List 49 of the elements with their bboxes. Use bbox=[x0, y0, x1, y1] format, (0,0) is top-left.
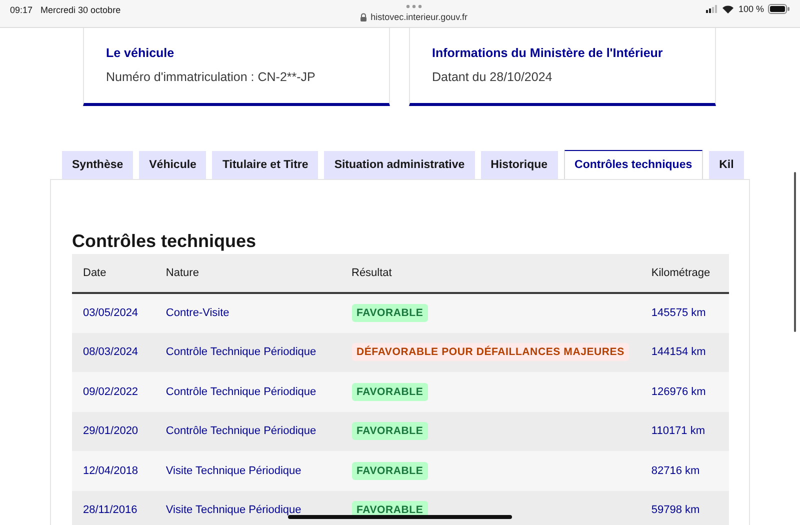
tab[interactable]: Véhicule bbox=[139, 151, 206, 179]
column-header: Kilométrage bbox=[640, 254, 729, 293]
signal-icon bbox=[706, 5, 718, 13]
table-cell: 28/11/2016 bbox=[72, 490, 155, 525]
table-cell: 59798 km bbox=[640, 490, 729, 525]
lock-icon bbox=[360, 12, 367, 22]
tab[interactable]: Titulaire et Titre bbox=[212, 151, 318, 179]
table-cell: 08/03/2024 bbox=[72, 332, 155, 372]
result-badge: FAVORABLE bbox=[352, 422, 428, 440]
card-title: Informations du Ministère de l'Intérieur bbox=[432, 46, 664, 60]
table-cell: 12/04/2018 bbox=[72, 451, 155, 490]
result-badge: DÉFAVORABLE POUR DÉFAILLANCES MAJEURES bbox=[352, 343, 630, 362]
table-cell: 126976 km bbox=[640, 372, 729, 412]
tab[interactable]: Situation administrative bbox=[324, 151, 475, 179]
url-text[interactable]: histovec.interieur.gouv.fr bbox=[370, 12, 468, 22]
tab[interactable]: Synthèse bbox=[62, 151, 134, 179]
scrollbar[interactable] bbox=[794, 172, 796, 332]
battery-icon bbox=[768, 4, 790, 14]
result-badge: FAVORABLE bbox=[352, 462, 428, 480]
tab[interactable]: Contrôles techniques bbox=[564, 150, 704, 179]
status-date: Mercredi 30 octobre bbox=[40, 5, 121, 15]
table-cell: 29/01/2020 bbox=[72, 412, 155, 451]
table-cell: 110171 km bbox=[640, 412, 729, 451]
more-dots-icon[interactable] bbox=[404, 4, 423, 9]
table-cell: 09/02/2022 bbox=[72, 372, 155, 412]
card-text: Numéro d'immatriculation : CN-2**-JP bbox=[106, 70, 316, 84]
status-time: 09:17 bbox=[10, 5, 33, 15]
column-header: Nature bbox=[154, 254, 340, 293]
table-cell: Contrôle Technique Périodique bbox=[154, 332, 340, 372]
result-badge: FAVORABLE bbox=[352, 304, 428, 322]
table-cell: 145575 km bbox=[640, 293, 729, 332]
result-badge: FAVORABLE bbox=[352, 382, 428, 401]
card-text: Datant du 28/10/2024 bbox=[432, 70, 554, 84]
section-title: Contrôles techniques bbox=[72, 231, 258, 252]
table-cell: Contre-Visite bbox=[154, 293, 340, 332]
card-title: Le véhicule bbox=[106, 46, 176, 60]
table-cell: Contrôle Technique Périodique bbox=[154, 412, 340, 451]
table-cell: Visite Technique Périodique bbox=[154, 490, 340, 525]
table-cell: 144154 km bbox=[640, 332, 729, 372]
column-header: Date bbox=[72, 254, 155, 293]
battery-percent: 100 % bbox=[738, 4, 764, 14]
tab[interactable]: Kil bbox=[709, 151, 744, 179]
table-cell: Contrôle Technique Périodique bbox=[154, 372, 340, 412]
table-cell: 03/05/2024 bbox=[72, 293, 155, 332]
tab[interactable]: Historique bbox=[480, 151, 558, 179]
wifi-icon bbox=[722, 4, 734, 14]
column-header: Résultat bbox=[340, 254, 640, 293]
table-cell: Visite Technique Périodique bbox=[154, 451, 340, 490]
table-cell: 82716 km bbox=[640, 451, 729, 490]
